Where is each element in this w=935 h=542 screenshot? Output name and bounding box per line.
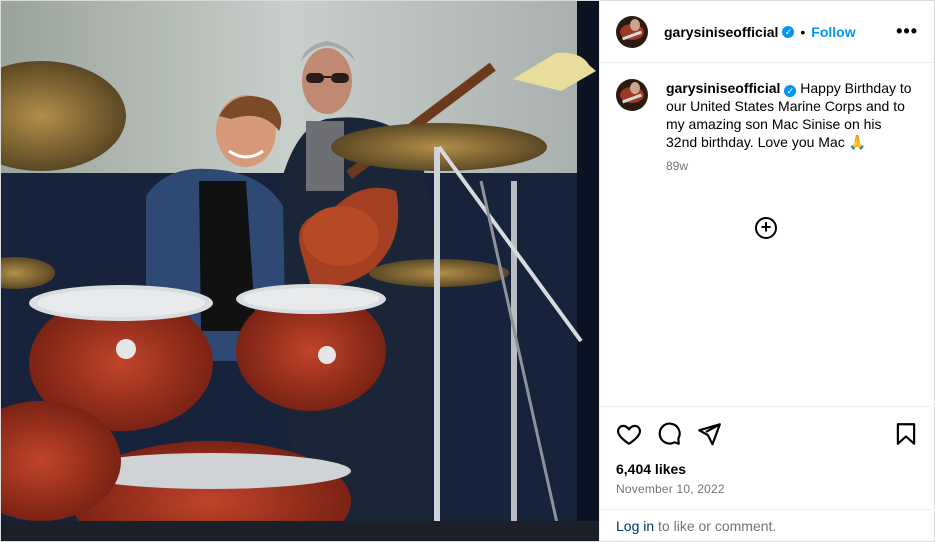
bookmark-icon[interactable] [893,421,919,447]
post-frame: garysiniseofficial ✓ • Follow ••• garysi… [0,0,935,542]
avatar[interactable] [616,79,648,111]
action-bar [600,406,935,460]
login-prompt-text: to like or comment. [654,518,777,534]
follow-button[interactable]: Follow [811,24,855,40]
separator-dot: • [800,23,806,40]
post-header: garysiniseofficial ✓ • Follow ••• [600,1,934,63]
caption-comment: garysiniseofficial ✓ Happy Birthday to ou… [600,63,934,175]
paper-plane-icon[interactable] [696,421,722,447]
post-date[interactable]: November 10, 2022 [616,482,725,496]
avatar-shape [630,82,640,94]
username-link[interactable]: garysiniseofficial [664,24,778,40]
post-photo[interactable] [1,1,599,541]
verified-badge-icon: ✓ [784,85,797,97]
caption-text-block: garysiniseofficial ✓ Happy Birthday to ou… [666,79,912,175]
login-prompt: Log in to like or comment. [600,509,935,541]
avatar[interactable] [616,15,648,48]
plus-circle-icon[interactable]: + [755,217,777,239]
heart-icon[interactable] [616,421,642,447]
folded-hands-emoji: 🙏 [848,134,867,150]
post-side-panel: garysiniseofficial ✓ • Follow ••• garysi… [599,1,935,541]
more-options-icon[interactable]: ••• [896,21,918,42]
like-count[interactable]: 6,404 likes [616,461,686,477]
comment-icon[interactable] [656,421,682,447]
verified-badge-icon: ✓ [782,25,795,38]
photo-illustration [1,1,599,541]
caption-username-link[interactable]: garysiniseofficial [666,80,780,96]
avatar-shape [630,18,640,31]
post-age: 89w [666,159,689,173]
login-link[interactable]: Log in [616,518,654,534]
